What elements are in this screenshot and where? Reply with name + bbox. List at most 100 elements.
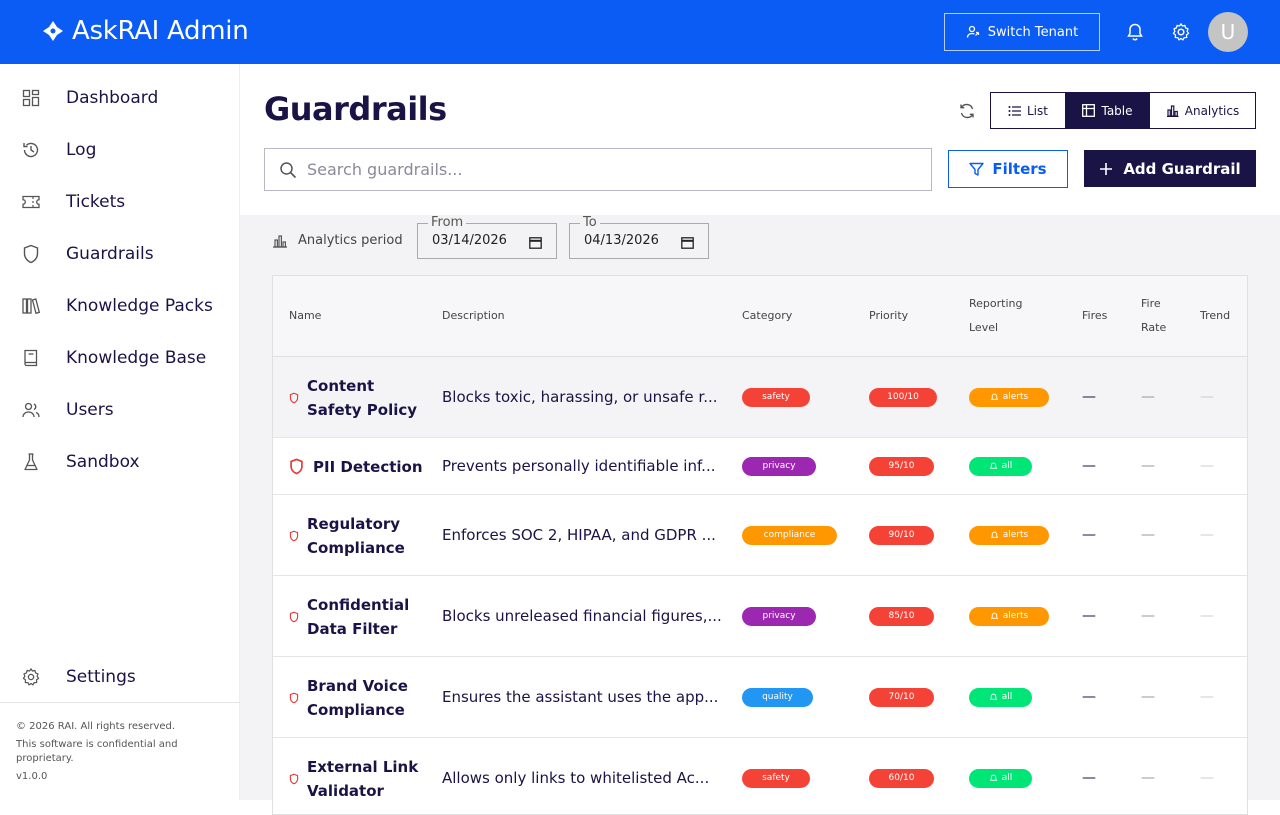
sidebar-item-knowledge-base[interactable]: Knowledge Base <box>0 332 240 384</box>
switch-tenant-button[interactable]: Switch Tenant <box>944 13 1100 51</box>
gear-icon[interactable] <box>1169 20 1193 44</box>
trend-value: — <box>1200 388 1214 405</box>
reporting-level-badge: all <box>969 456 1032 476</box>
main-content: Guardrails List Table Analytics Filters … <box>240 64 1280 815</box>
sidebar-item-label: Tickets <box>66 192 126 212</box>
list-icon <box>1008 105 1021 116</box>
guardrail-name-line1: Content <box>307 376 375 395</box>
add-guardrail-button[interactable]: Add Guardrail <box>1084 150 1256 187</box>
sidebar-item-knowledge-packs[interactable]: Knowledge Packs <box>0 280 240 332</box>
category-badge: privacy <box>742 456 816 476</box>
sidebar-item-tickets[interactable]: Tickets <box>0 176 240 228</box>
shield-icon <box>289 692 299 703</box>
column-header-fire-rate-line1: Fire <box>1141 297 1161 310</box>
footer-version: v1.0.0 <box>16 771 48 782</box>
view-table-label: Table <box>1101 103 1133 118</box>
guardrail-name[interactable]: Brand Voice Compliance <box>289 674 408 722</box>
book-icon <box>20 347 42 369</box>
top-bar: AskRAI Admin Switch Tenant U <box>0 0 1280 64</box>
table-row[interactable]: Content Safety Policy Blocks toxic, hara… <box>273 357 1247 438</box>
trend-value: — <box>1200 769 1214 786</box>
calendar-icon[interactable] <box>529 234 542 253</box>
guardrail-name-line1: PII Detection <box>313 457 423 476</box>
column-header-reporting-level[interactable]: Reporting Level <box>969 292 1022 340</box>
fire-rate-value: — <box>1141 388 1155 405</box>
guardrail-name[interactable]: PII Detection <box>289 455 423 479</box>
table-row[interactable]: Brand Voice Compliance Ensures the assis… <box>273 657 1247 738</box>
reporting-level-badge: all <box>969 768 1032 788</box>
sidebar-item-guardrails[interactable]: Guardrails <box>0 228 240 280</box>
table-row[interactable]: PII Detection Prevents personally identi… <box>273 438 1247 495</box>
user-switch-icon <box>966 25 979 38</box>
refresh-icon[interactable] <box>956 100 978 122</box>
reporting-level-label: alerts <box>1002 611 1029 621</box>
fire-rate-value: — <box>1141 688 1155 705</box>
sidebar-item-users[interactable]: Users <box>0 384 240 436</box>
view-analytics-button[interactable]: Analytics <box>1149 93 1255 128</box>
table-header: Name Description Category Priority Repor… <box>273 276 1247 357</box>
sidebar-item-label: Dashboard <box>66 88 159 108</box>
view-table-button[interactable]: Table <box>1065 93 1149 128</box>
table-row[interactable]: Confidential Data Filter Blocks unreleas… <box>273 576 1247 657</box>
priority-badge: 70/10 <box>869 687 934 707</box>
table-row[interactable]: Regulatory Compliance Enforces SOC 2, HI… <box>273 495 1247 576</box>
fires-value: — <box>1082 526 1096 543</box>
bell-icon <box>989 462 997 469</box>
column-header-description[interactable]: Description <box>442 304 505 328</box>
column-header-trend[interactable]: Trend <box>1200 304 1230 328</box>
shield-icon <box>289 530 299 541</box>
guardrail-name-line2: Validator <box>307 781 384 800</box>
filters-button[interactable]: Filters <box>948 150 1068 188</box>
guardrail-name-line2: Compliance <box>307 700 405 719</box>
bell-icon[interactable] <box>1123 20 1147 44</box>
column-header-name[interactable]: Name <box>289 304 321 328</box>
calendar-icon[interactable] <box>681 234 694 253</box>
grid-icon <box>20 87 42 109</box>
reporting-level-badge: alerts <box>969 606 1049 626</box>
from-date-field[interactable]: From 03/14/2026 <box>417 215 557 259</box>
footer-confidential-line2: proprietary. <box>16 753 74 764</box>
analytics-period-label: Analytics period <box>298 233 403 248</box>
guardrail-name[interactable]: Regulatory Compliance <box>289 512 405 560</box>
reporting-level-label: all <box>1001 461 1013 471</box>
column-header-priority[interactable]: Priority <box>869 304 908 328</box>
guardrail-name-line2: Data Filter <box>307 619 398 638</box>
table-row[interactable]: External Link Validator Allows only link… <box>273 738 1247 814</box>
trend-value: — <box>1200 457 1214 474</box>
trend-value: — <box>1200 526 1214 543</box>
category-badge: privacy <box>742 606 816 626</box>
sidebar-item-settings[interactable]: Settings <box>0 651 240 703</box>
guardrail-name[interactable]: External Link Validator <box>289 755 418 803</box>
column-header-fires[interactable]: Fires <box>1082 304 1107 328</box>
sidebar-item-log[interactable]: Log <box>0 124 240 176</box>
page-title: Guardrails <box>264 90 447 128</box>
app-title: AskRAI Admin <box>72 16 249 46</box>
trend-value: — <box>1200 607 1214 624</box>
column-header-fire-rate[interactable]: Fire Rate <box>1141 292 1166 340</box>
guardrail-name[interactable]: Confidential Data Filter <box>289 593 409 641</box>
view-toggle: List Table Analytics <box>990 92 1256 129</box>
filter-icon <box>969 162 985 176</box>
history-icon <box>20 139 42 161</box>
avatar[interactable]: U <box>1208 12 1248 52</box>
guardrail-name-line1: Confidential <box>307 595 410 614</box>
sidebar-item-sandbox[interactable]: Sandbox <box>0 436 240 488</box>
bell-icon <box>990 393 998 400</box>
guardrail-description: Blocks unreleased financial figures,... <box>442 606 722 625</box>
view-list-button[interactable]: List <box>991 93 1065 128</box>
bar-chart-icon <box>273 234 287 248</box>
column-header-category[interactable]: Category <box>742 304 792 328</box>
guardrail-description: Blocks toxic, harassing, or unsafe r... <box>442 387 718 406</box>
brand[interactable]: AskRAI Admin <box>42 16 249 46</box>
guardrail-description: Prevents personally identifiable inf... <box>442 456 716 475</box>
to-date-field[interactable]: To 04/13/2026 <box>569 215 709 259</box>
reporting-level-badge: alerts <box>969 387 1049 407</box>
guardrail-name-line1: Regulatory <box>307 514 401 533</box>
guardrail-name[interactable]: Content Safety Policy <box>289 374 417 422</box>
sidebar-divider <box>0 702 240 703</box>
sidebar-item-dashboard[interactable]: Dashboard <box>0 72 240 124</box>
books-icon <box>20 295 42 317</box>
sidebar-item-label: Log <box>66 140 97 160</box>
search-input[interactable] <box>307 160 907 179</box>
gear-icon <box>20 666 42 688</box>
